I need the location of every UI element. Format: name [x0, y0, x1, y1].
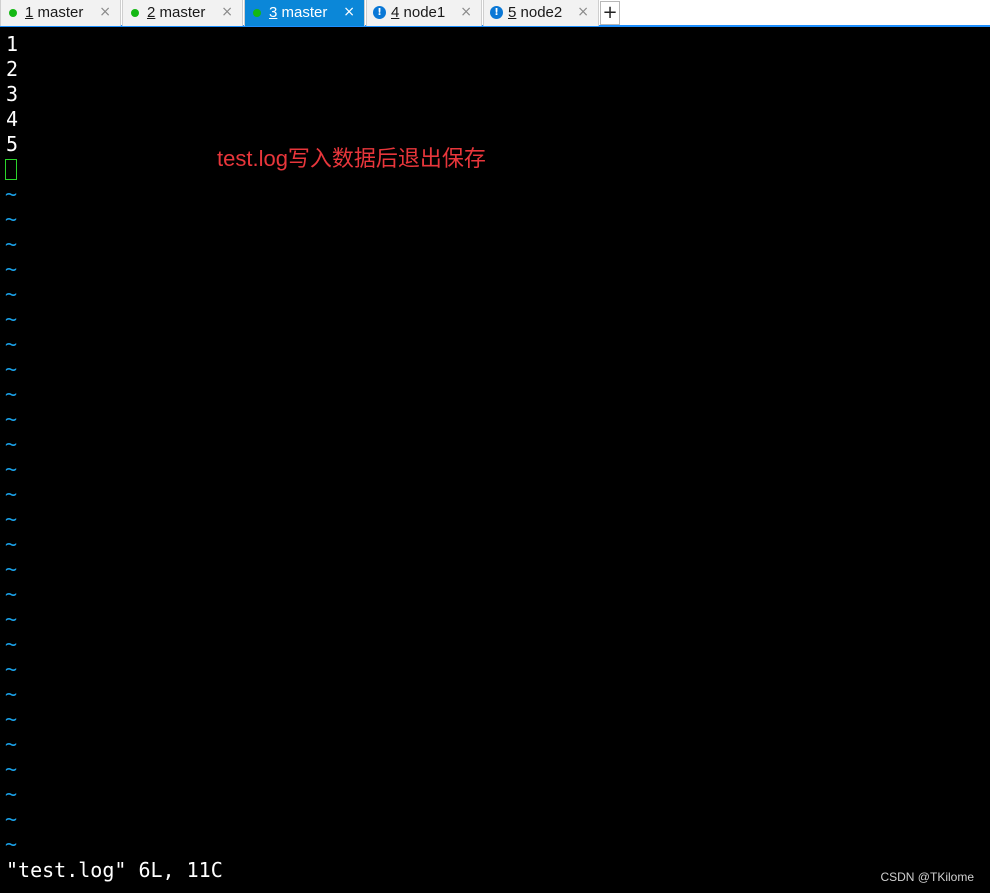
- tab-bar: 1 master × 2 master × 3 master × ! 4 nod…: [0, 0, 990, 27]
- empty-line-tilde: ~: [5, 182, 18, 206]
- empty-line-tilde: ~: [5, 682, 18, 706]
- empty-line-tilde: ~: [5, 457, 18, 481]
- connected-status-icon: [253, 9, 261, 17]
- empty-line-tilde: ~: [5, 357, 18, 381]
- empty-line-tilde: ~: [5, 432, 18, 456]
- empty-line-tilde: ~: [5, 807, 18, 831]
- empty-line-tilde: ~: [5, 282, 18, 306]
- buffer-line: 3: [6, 82, 19, 106]
- warning-icon: !: [490, 6, 503, 19]
- empty-line-tilde: ~: [5, 632, 18, 656]
- empty-line-tilde: ~: [5, 232, 18, 256]
- annotation-text: test.log写入数据后退出保存: [217, 146, 486, 171]
- close-icon[interactable]: ×: [577, 4, 589, 20]
- empty-line-tilde: ~: [5, 382, 18, 406]
- empty-line-tilde: ~: [5, 732, 18, 756]
- buffer-line: 2: [6, 57, 19, 81]
- tab-label: 5 node2: [508, 4, 563, 21]
- tab-1-master[interactable]: 1 master ×: [0, 0, 121, 26]
- tab-label: 2 master: [147, 4, 206, 21]
- buffer-line: 4: [6, 107, 19, 131]
- tab-5-node2[interactable]: ! 5 node2 ×: [483, 0, 599, 26]
- new-tab-button[interactable]: +: [600, 1, 620, 25]
- empty-line-tilde: ~: [5, 307, 18, 331]
- empty-line-tilde: ~: [5, 832, 18, 856]
- empty-line-tilde: ~: [5, 557, 18, 581]
- connected-status-icon: [9, 9, 17, 17]
- text-cursor: [5, 159, 17, 180]
- empty-line-tilde: ~: [5, 257, 18, 281]
- buffer-line: 1: [6, 32, 19, 56]
- close-icon[interactable]: ×: [343, 4, 355, 20]
- tab-label: 4 node1: [391, 4, 446, 21]
- empty-line-tilde: ~: [5, 207, 18, 231]
- warning-icon: !: [373, 6, 386, 19]
- vim-status-message: "test.log" 6L, 11C: [6, 858, 223, 882]
- buffer-line: 5: [6, 132, 19, 156]
- tab-label: 1 master: [25, 4, 84, 21]
- empty-line-tilde: ~: [5, 482, 18, 506]
- close-icon[interactable]: ×: [99, 4, 111, 20]
- close-icon[interactable]: ×: [221, 4, 233, 20]
- empty-line-tilde: ~: [5, 782, 18, 806]
- empty-line-tilde: ~: [5, 707, 18, 731]
- empty-line-tilde: ~: [5, 332, 18, 356]
- vim-editor[interactable]: 1 2 3 4 5 test.log写入数据后退出保存 ~ ~ ~ ~ ~ ~ ~ ~ ~ ~ ~ ~…: [0, 29, 990, 859]
- connected-status-icon: [131, 9, 139, 17]
- close-icon[interactable]: ×: [460, 4, 472, 20]
- empty-line-tilde: ~: [5, 757, 18, 781]
- empty-line-tilde: ~: [5, 607, 18, 631]
- tab-label: 3 master: [269, 4, 328, 21]
- tab-4-node1[interactable]: ! 4 node1 ×: [366, 0, 482, 26]
- empty-line-tilde: ~: [5, 657, 18, 681]
- empty-line-tilde: ~: [5, 407, 18, 431]
- empty-line-tilde: ~: [5, 532, 18, 556]
- watermark: CSDN @TKilome: [880, 870, 974, 884]
- empty-line-tilde: ~: [5, 582, 18, 606]
- tab-3-master[interactable]: 3 master ×: [244, 0, 365, 26]
- empty-line-tilde: ~: [5, 507, 18, 531]
- tab-2-master[interactable]: 2 master ×: [122, 0, 243, 26]
